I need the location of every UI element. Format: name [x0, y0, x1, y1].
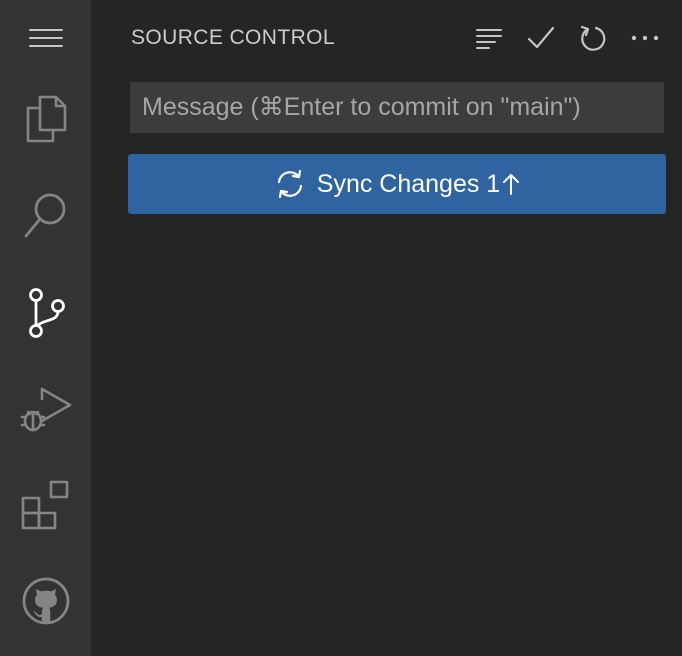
sync-icon	[275, 170, 305, 198]
menu-button[interactable]	[0, 3, 91, 73]
panel-title: SOURCE CONTROL	[131, 26, 335, 49]
view-as-tree-button[interactable]	[473, 22, 505, 54]
extensions-icon	[21, 480, 68, 530]
view-as-tree-icon	[476, 29, 502, 49]
activity-source-control[interactable]	[0, 278, 91, 348]
debug-icon	[20, 387, 71, 432]
source-control-panel: SOURCE CONTROL Message (⌘Enter to commit…	[91, 0, 682, 656]
activity-extensions[interactable]	[0, 470, 91, 540]
refresh-button[interactable]	[577, 22, 609, 54]
app-window: SOURCE CONTROL Message (⌘Enter to commit…	[0, 0, 682, 656]
arrow-up-icon	[503, 173, 520, 195]
commit-message-input[interactable]	[130, 82, 664, 133]
refresh-icon	[580, 25, 606, 51]
more-actions-button[interactable]	[629, 22, 661, 54]
activity-run-debug[interactable]	[0, 372, 91, 442]
activity-github[interactable]	[0, 566, 91, 636]
sync-changes-button[interactable]: Sync Changes 1	[128, 154, 666, 214]
hamburger-menu-icon	[28, 29, 63, 47]
files-icon	[26, 95, 66, 143]
github-icon	[22, 577, 69, 625]
search-icon	[24, 193, 65, 238]
activity-bar	[0, 0, 91, 656]
sync-changes-label: Sync Changes 1	[316, 169, 501, 198]
commit-button[interactable]	[525, 22, 557, 54]
activity-search[interactable]	[0, 180, 91, 250]
more-actions-icon	[631, 35, 659, 41]
panel-header: SOURCE CONTROL	[131, 22, 682, 54]
commit-check-icon	[527, 26, 555, 49]
activity-explorer[interactable]	[0, 84, 91, 154]
source-control-icon	[28, 288, 65, 338]
